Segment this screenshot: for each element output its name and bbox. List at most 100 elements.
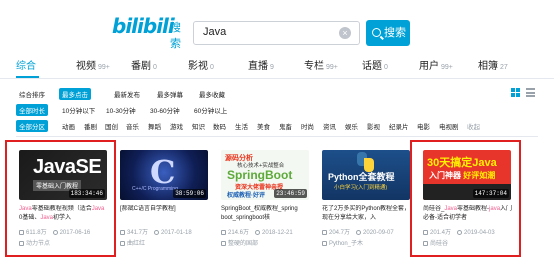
- partition-item[interactable]: 数码: [210, 120, 229, 132]
- partition-item[interactable]: 纪录片: [386, 120, 412, 132]
- partition-item[interactable]: 游戏: [167, 120, 186, 132]
- duration-badge: 23:46:59: [274, 189, 307, 198]
- clock-icon: [154, 229, 160, 235]
- upload-date: 2017-01-18: [161, 230, 192, 236]
- uploader-name: Python_子木: [329, 241, 364, 247]
- tab-count: 0: [384, 64, 388, 71]
- tab-video[interactable]: 视频 99+: [76, 57, 110, 72]
- clock-icon: [255, 229, 261, 235]
- thumb-subtitle: 小白学习(入门到精通): [334, 185, 388, 191]
- upload-date: 2018-12-21: [262, 230, 293, 236]
- uploader[interactable]: Python_子木: [322, 238, 363, 247]
- video-card[interactable]: 源码分析 核心技术+实战整合 SpringBoot 资深大佬雷神亲授 权威教程·…: [221, 150, 309, 250]
- tab-label: 话题: [362, 61, 382, 72]
- tab-label: 直播: [248, 61, 268, 72]
- tab-bangumi[interactable]: 番剧 0: [131, 57, 157, 72]
- duration-over-60[interactable]: 60分钟以上: [191, 104, 230, 116]
- partition-item[interactable]: 电视剧: [436, 120, 462, 132]
- header: bilibili 搜索 × 搜索: [0, 0, 554, 50]
- partition-item[interactable]: 电影: [414, 120, 433, 132]
- partition-item[interactable]: 资讯: [320, 120, 339, 132]
- partition-item[interactable]: 动画: [59, 120, 78, 132]
- search-button[interactable]: 搜索: [366, 20, 410, 46]
- thumb-caption-2: 权威教程·好评: [227, 193, 265, 199]
- tab-album[interactable]: 相簿 27: [478, 57, 508, 72]
- uploader-name: 曲红红: [127, 241, 146, 247]
- tab-count: 99+: [441, 64, 453, 71]
- tab-label: 综合: [16, 61, 36, 72]
- sort-most-danmaku[interactable]: 最多弹幕: [154, 88, 186, 100]
- partition-item[interactable]: 娱乐: [342, 120, 361, 132]
- partition-item[interactable]: 音乐: [123, 120, 142, 132]
- uploader[interactable]: 整硬的国部: [221, 238, 258, 247]
- play-count-icon: [120, 229, 125, 235]
- duration-10-30[interactable]: 10-30分钟: [103, 104, 139, 116]
- search-input[interactable]: [203, 26, 328, 38]
- thumb-subtitle: C++/C Programming: [132, 186, 178, 192]
- tab-count: 9: [270, 64, 274, 71]
- sort-most-favorited[interactable]: 最多收藏: [196, 88, 228, 100]
- video-title[interactable]: SpringBoot_权威教程_spring boot_springboot核: [221, 205, 311, 223]
- search-button-label: 搜索: [384, 27, 406, 39]
- video-title[interactable]: [郝斌C语言自学教程]: [120, 205, 210, 223]
- tab-article[interactable]: 专栏 99+: [304, 57, 338, 72]
- video-thumbnail[interactable]: Python全套教程 小白学习(入门到精通): [322, 150, 410, 200]
- video-meta: 214.6万 2018-12-21: [221, 227, 293, 236]
- partition-item[interactable]: 知识: [189, 120, 208, 132]
- partition-item[interactable]: 鬼畜: [276, 120, 295, 132]
- tab-film[interactable]: 影视 0: [188, 57, 214, 72]
- partition-item[interactable]: 舞蹈: [145, 120, 164, 132]
- sort-newest[interactable]: 最新发布: [111, 88, 143, 100]
- view-count: 204.7万: [329, 230, 351, 236]
- partition-item[interactable]: 美食: [254, 120, 273, 132]
- play-count-icon: [221, 229, 226, 235]
- video-title[interactable]: 花了2万多买的Python教程全套，现在分享给大家，入: [322, 205, 412, 223]
- partition-item[interactable]: 番剧: [81, 120, 100, 132]
- tab-count: 27: [500, 64, 508, 71]
- tab-live[interactable]: 直播 9: [248, 57, 274, 72]
- logo-sub: 搜索: [170, 22, 181, 50]
- tab-label: 专栏: [304, 61, 324, 72]
- list-view-icon[interactable]: [526, 88, 535, 97]
- tab-label: 影视: [188, 61, 208, 72]
- tab-topic[interactable]: 话题 0: [362, 57, 388, 72]
- clock-icon: [356, 229, 362, 235]
- uploader-name: 整硬的国部: [228, 241, 259, 247]
- duration-under-10[interactable]: 10分钟以下: [59, 104, 98, 116]
- partition-all[interactable]: 全部分区: [16, 120, 48, 132]
- search-box: ×: [193, 21, 360, 45]
- search-icon: [372, 28, 381, 37]
- view-count: 214.6万: [228, 230, 250, 236]
- sort-default[interactable]: 综合排序: [16, 88, 48, 100]
- tab-label: 视频: [76, 61, 96, 72]
- video-card[interactable]: Python全套教程 小白学习(入门到精通) 花了2万多买的Python教程全套…: [322, 150, 410, 250]
- partition-item[interactable]: 时尚: [298, 120, 317, 132]
- video-meta: 204.7万 2020-09-07: [322, 227, 394, 236]
- video-meta: 341.7万 2017-01-18: [120, 227, 192, 236]
- upload-date: 2020-09-07: [363, 230, 394, 236]
- video-card[interactable]: C C++/C Programming 38:59:06 [郝斌C语言自学教程]…: [120, 150, 208, 250]
- tab-count: 0: [153, 64, 157, 71]
- uploader[interactable]: 曲红红: [120, 238, 145, 247]
- uploader-icon: [322, 240, 327, 246]
- bilibili-logo[interactable]: bilibili 搜索: [112, 14, 184, 50]
- video-thumbnail[interactable]: C C++/C Programming 38:59:06: [120, 150, 208, 200]
- duration-30-60[interactable]: 30-60分钟: [147, 104, 183, 116]
- tab-all[interactable]: 综合: [16, 57, 36, 72]
- annotation-box: [5, 140, 116, 257]
- thumb-title: Python全套教程: [328, 172, 395, 182]
- partition-item[interactable]: 国创: [102, 120, 121, 132]
- uploader-icon: [120, 240, 125, 246]
- sort-most-clicked[interactable]: 最多点击: [59, 88, 91, 100]
- video-thumbnail[interactable]: 源码分析 核心技术+实战整合 SpringBoot 资深大佬雷神亲授 权威教程·…: [221, 150, 309, 200]
- tab-user[interactable]: 用户 99+: [419, 57, 453, 72]
- clear-icon[interactable]: ×: [339, 27, 351, 39]
- duration-all[interactable]: 全部时长: [16, 104, 48, 116]
- grid-view-icon[interactable]: [511, 88, 520, 97]
- partition-item[interactable]: 生活: [232, 120, 251, 132]
- collapse-partitions[interactable]: 收起: [464, 120, 483, 132]
- view-count: 341.7万: [127, 230, 149, 236]
- tab-count: 99+: [326, 64, 338, 71]
- duration-badge: 38:59:06: [173, 189, 206, 198]
- partition-item[interactable]: 影视: [364, 120, 383, 132]
